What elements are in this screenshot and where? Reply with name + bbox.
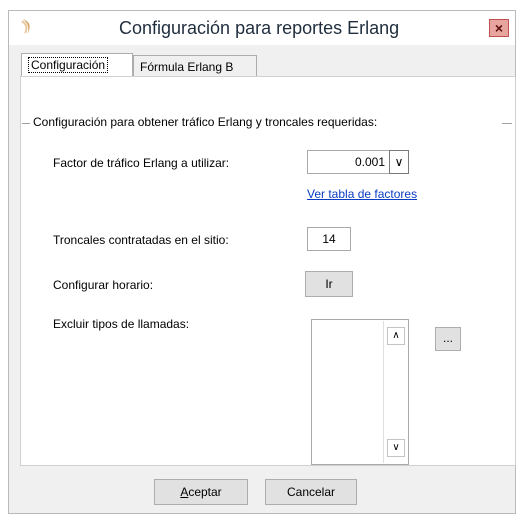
group-divider xyxy=(22,123,30,124)
tab-label: Configuración xyxy=(28,57,109,73)
scroll-up-icon[interactable]: ∧ xyxy=(387,327,405,345)
tab-panel xyxy=(20,76,516,466)
accept-label: ceptar xyxy=(188,485,222,499)
tab-configuracion[interactable]: Configuración xyxy=(21,53,133,77)
scroll-down-icon[interactable]: ∨ xyxy=(387,439,405,457)
group-title: Configuración para obtener tráfico Erlan… xyxy=(33,115,378,129)
group-divider xyxy=(502,123,512,124)
window-title: Configuración para reportes Erlang xyxy=(119,18,400,38)
trunks-input[interactable]: 14 xyxy=(307,227,351,251)
exclude-label: Excluir tipos de llamadas: xyxy=(53,317,190,331)
tab-formula-erlang-b[interactable]: Fórmula Erlang B xyxy=(133,55,257,77)
button-bar xyxy=(9,469,515,513)
accept-button[interactable]: Aceptar xyxy=(154,479,248,505)
chevron-down-icon[interactable]: ∨ xyxy=(389,150,409,174)
factor-table-link[interactable]: Ver tabla de factores xyxy=(307,187,417,201)
title-bar: Configuración para reportes Erlang × xyxy=(9,11,515,45)
cancel-button[interactable]: Cancelar xyxy=(265,479,357,505)
list-scrollbar[interactable]: ∧ ∨ xyxy=(383,321,407,463)
browse-button[interactable]: ... xyxy=(435,327,461,351)
app-logo-icon xyxy=(17,17,37,37)
schedule-label: Configurar horario: xyxy=(53,278,154,292)
tab-label: Fórmula Erlang B xyxy=(140,60,234,74)
close-button[interactable]: × xyxy=(489,19,509,37)
trunks-label: Troncales contratadas en el sitio: xyxy=(53,233,229,247)
schedule-button[interactable]: Ir xyxy=(305,271,353,297)
factor-input[interactable]: 0.001 xyxy=(307,150,391,174)
factor-label: Factor de tráfico Erlang a utilizar: xyxy=(53,156,230,170)
dialog-window: Configuración para reportes Erlang × Con… xyxy=(8,10,516,514)
